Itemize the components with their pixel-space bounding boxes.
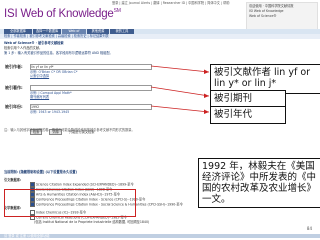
arrowhead-year (204, 109, 209, 114)
arrows (150, 65, 210, 114)
arrowhead-author (204, 69, 209, 74)
arrow-year (150, 105, 210, 113)
arrow-journal (150, 86, 210, 97)
arrow-author (150, 65, 210, 73)
bottom-bar: 请 登录 或 注册 以使用全部功能 (0, 234, 320, 238)
arrowhead-journal (204, 93, 209, 98)
page-number: 84 (306, 226, 312, 231)
bottom-text[interactable]: 请 登录 或 注册 以使用全部功能 (4, 234, 320, 238)
